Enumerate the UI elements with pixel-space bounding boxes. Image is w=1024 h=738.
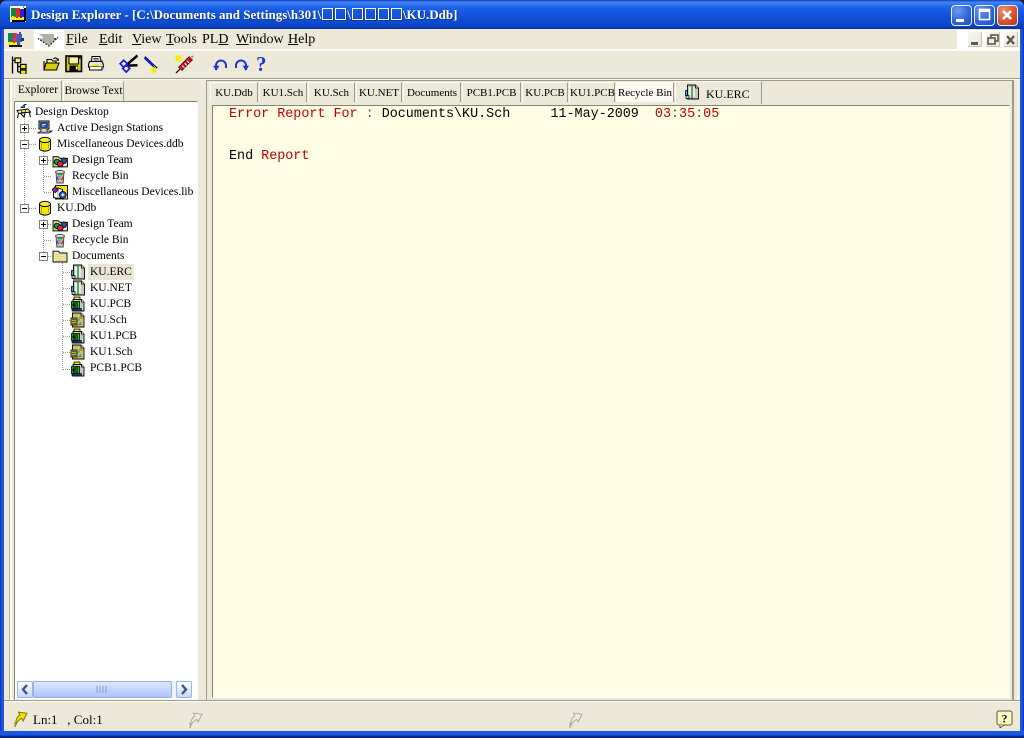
svg-text:?: ? [1002, 712, 1008, 726]
